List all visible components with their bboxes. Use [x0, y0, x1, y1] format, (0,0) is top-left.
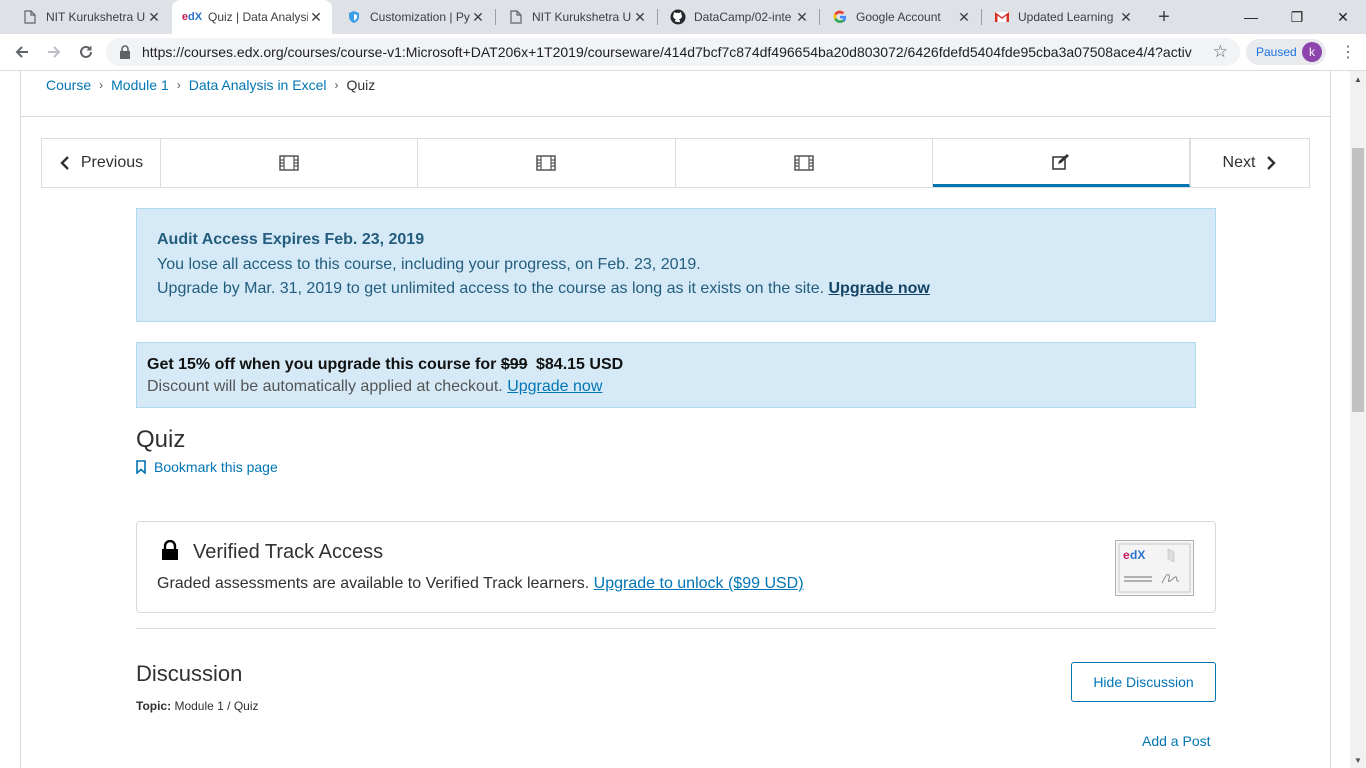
page-title: Quiz: [136, 426, 186, 453]
sequence-unit-video[interactable]: [161, 139, 419, 187]
browser-tab[interactable]: DataCamp/02-inte ✕: [658, 0, 818, 34]
divider: [136, 628, 1216, 629]
close-icon[interactable]: ✕: [1118, 9, 1134, 25]
minimize-button[interactable]: —: [1228, 0, 1274, 34]
edx-logo-dx: dX: [1130, 548, 1145, 562]
breadcrumb: Course › Module 1 › Data Analysis in Exc…: [46, 77, 375, 93]
discussion-title: Discussion: [136, 661, 243, 686]
page-viewport: Course › Module 1 › Data Analysis in Exc…: [0, 71, 1350, 768]
bookmark-icon: [136, 460, 146, 474]
browser-tab[interactable]: Google Account ✕: [820, 0, 980, 34]
breadcrumb-module[interactable]: Module 1: [111, 77, 169, 93]
previous-button[interactable]: Previous: [42, 139, 161, 187]
close-icon[interactable]: ✕: [308, 9, 324, 25]
chevron-right-icon: ›: [99, 78, 104, 92]
video-icon: [793, 155, 814, 171]
close-icon[interactable]: ✕: [470, 9, 486, 25]
verified-track-card: Verified Track Access Graded assessments…: [136, 521, 1216, 613]
browser-tab-active[interactable]: e dX Quiz | Data Analysis ✕: [172, 0, 332, 34]
shield-icon: [346, 9, 362, 25]
old-price: $99: [500, 356, 528, 373]
scroll-down-icon[interactable]: ▼: [1350, 752, 1366, 768]
discussion-topic: Topic: Module 1 / Quiz: [136, 699, 259, 713]
breadcrumb-course[interactable]: Course: [46, 77, 91, 93]
discount-banner: Get 15% off when you upgrade this course…: [136, 342, 1196, 408]
restore-button[interactable]: ❐: [1274, 0, 1320, 34]
chevron-right-icon: ›: [334, 78, 339, 92]
audit-line-2: Upgrade by Mar. 31, 2019 to get unlimite…: [157, 280, 930, 297]
profile-status: Paused: [1256, 45, 1297, 59]
chevron-right-icon: [1267, 156, 1277, 170]
page-icon: [22, 9, 38, 25]
chevron-right-icon: ›: [176, 78, 181, 92]
verified-title: Verified Track Access: [193, 541, 384, 563]
add-post-link[interactable]: Add a Post: [1142, 733, 1211, 749]
gmail-icon: [994, 9, 1010, 25]
audit-line-1: You lose all access to this course, incl…: [157, 256, 701, 273]
lock-icon: [162, 540, 178, 560]
browser-tab[interactable]: Customization | Py ✕: [334, 0, 494, 34]
browser-toolbar: https://courses.edx.org/courses/course-v…: [0, 34, 1366, 71]
scroll-up-icon[interactable]: ▲: [1350, 71, 1366, 87]
video-icon: [536, 155, 557, 171]
verified-description: Graded assessments are available to Veri…: [157, 575, 804, 592]
lock-icon: [120, 45, 130, 59]
breadcrumb-current: Quiz: [346, 77, 376, 93]
forward-button[interactable]: [42, 40, 66, 64]
close-icon[interactable]: ✕: [146, 9, 162, 25]
menu-icon[interactable]: ⋮: [1338, 42, 1358, 62]
edx-icon: e dX: [181, 11, 203, 23]
edx-logo-e: e: [1123, 548, 1130, 562]
vertical-scrollbar[interactable]: ▲ ▼: [1350, 71, 1366, 768]
divider: [21, 116, 1330, 117]
page-icon: [508, 9, 524, 25]
sequence-unit-problem[interactable]: [932, 139, 1190, 187]
avatar: k: [1302, 42, 1322, 62]
window-close-button[interactable]: ✕: [1320, 0, 1366, 34]
certificate-image: e dX: [1115, 540, 1194, 596]
arrow-right-icon: [48, 46, 61, 58]
next-button[interactable]: Next: [1190, 139, 1309, 187]
reload-icon: [80, 45, 92, 58]
chevron-left-icon: [60, 156, 69, 170]
url-text: https://courses.edx.org/courses/course-v…: [142, 44, 1192, 60]
hide-discussion-button[interactable]: Hide Discussion: [1071, 662, 1216, 702]
reload-button[interactable]: [74, 40, 98, 64]
arrow-left-icon: [15, 46, 28, 58]
back-button[interactable]: [10, 40, 34, 64]
sequence-unit-video[interactable]: [676, 139, 933, 187]
upgrade-to-unlock-link[interactable]: Upgrade to unlock ($99 USD): [594, 575, 804, 592]
scrollbar-thumb[interactable]: [1352, 148, 1364, 412]
sequence-unit-video[interactable]: [418, 139, 676, 187]
new-price: $84.15 USD: [536, 356, 624, 373]
bookmark-button[interactable]: Bookmark this page: [136, 459, 278, 475]
upgrade-now-link[interactable]: Upgrade now: [829, 280, 930, 297]
audit-access-banner: Audit Access Expires Feb. 23, 2019 You l…: [136, 208, 1216, 322]
close-icon[interactable]: ✕: [956, 9, 972, 25]
github-icon: [670, 9, 686, 25]
audit-heading: Audit Access Expires Feb. 23, 2019: [157, 231, 425, 248]
browser-tab[interactable]: Updated Learning ✕: [982, 0, 1142, 34]
profile-button[interactable]: Paused k: [1246, 39, 1326, 65]
browser-tab-strip: NIT Kurukshetra U ✕ e dX Quiz | Data Anal…: [0, 0, 1366, 34]
close-icon[interactable]: ✕: [632, 9, 648, 25]
video-icon: [279, 155, 299, 171]
star-icon[interactable]: ☆: [1213, 42, 1228, 62]
certificate-icon: e dX: [1118, 543, 1191, 593]
browser-tab[interactable]: NIT Kurukshetra U ✕: [496, 0, 656, 34]
edit-icon: [1052, 153, 1069, 170]
browser-tab[interactable]: NIT Kurukshetra U ✕: [10, 0, 170, 34]
sequence-nav: Previous Next: [41, 138, 1310, 188]
breadcrumb-subsection[interactable]: Data Analysis in Excel: [189, 77, 327, 93]
discount-line: Discount will be automatically applied a…: [147, 378, 603, 395]
close-icon[interactable]: ✕: [794, 9, 810, 25]
google-icon: [832, 9, 848, 25]
discount-heading: Get 15% off when you upgrade this course…: [147, 356, 624, 373]
address-bar[interactable]: https://courses.edx.org/courses/course-v…: [106, 38, 1240, 66]
new-tab-button[interactable]: +: [1152, 5, 1176, 29]
upgrade-now-link[interactable]: Upgrade now: [507, 378, 602, 395]
